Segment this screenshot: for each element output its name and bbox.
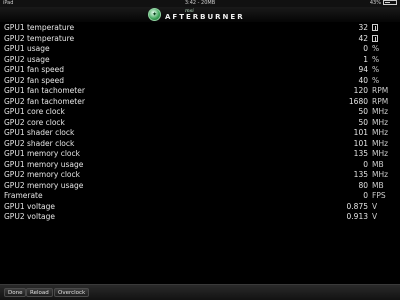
sensor-row: GPU1 core clock 50 MHz — [0, 107, 400, 118]
sensor-unit: MB — [372, 180, 384, 190]
sensor-value: 0.913 — [346, 212, 368, 221]
sensor-unit: MHz — [372, 138, 389, 148]
sensor-row: GPU1 memory clock 135 MHz — [0, 149, 400, 160]
sensor-label: GPU1 shader clock — [4, 128, 75, 137]
sensor-unit: RPM — [372, 86, 389, 95]
sensor-unit: MHz — [372, 170, 389, 179]
degree-glyph-icon — [372, 34, 378, 42]
sensor-row: GPU2 usage 1% — [0, 55, 400, 66]
unit-icon — [372, 23, 378, 34]
sensor-label: GPU1 core clock — [4, 107, 65, 116]
sensor-value: 0.875 — [346, 201, 368, 211]
sensor-row: GPU1 fan speed 94% — [0, 65, 400, 76]
sensor-value: 0 — [363, 44, 368, 53]
bottom-toolbar: Done Reload Overclock — [0, 284, 400, 300]
sensor-label: GPU2 temperature — [4, 33, 75, 43]
battery-indicator: 43% — [370, 0, 397, 7]
status-bar: iPad 3:42 - 20MB 43% — [0, 0, 400, 7]
sensor-unit: % — [372, 54, 380, 64]
app-header: ✦ msi AFTERBURNER — [0, 7, 400, 22]
reload-button[interactable]: Reload — [26, 288, 53, 297]
sensor-row: GPU1 memory usage 0 MB — [0, 160, 400, 171]
app-name: AFTERBURNER — [165, 12, 245, 21]
sensor-value: 1680 — [348, 96, 368, 106]
sensor-row: GPU2 memory usage 80 MB — [0, 181, 400, 192]
sensor-row: GPU2 fan tachometer 1680 RPM — [0, 97, 400, 108]
app-logo: ✦ msi AFTERBURNER — [148, 8, 245, 21]
sensor-value: 0 — [363, 159, 368, 169]
sensor-row: GPU1 temperature 32 — [0, 23, 400, 34]
sensor-value: 101 — [353, 128, 368, 137]
sensor-row: GPU2 temperature 42 — [0, 34, 400, 45]
sensor-label: GPU1 fan tachometer — [4, 86, 85, 95]
sensor-value: 135 — [353, 149, 368, 158]
sensor-unit: MB — [372, 159, 384, 169]
sensor-label: Framerate — [4, 191, 43, 200]
sensor-unit: FPS — [372, 191, 386, 200]
sensor-row: GPU1 shader clock 101 MHz — [0, 128, 400, 139]
sensor-unit: MHz — [372, 149, 389, 158]
sensor-value: 42 — [358, 33, 368, 43]
sensor-value: 135 — [353, 170, 368, 179]
afterburner-screen: iPad 3:42 - 20MB 43% ✦ msi AFTERBURNER G… — [0, 0, 400, 300]
sensor-value: 1 — [363, 54, 368, 64]
sensor-label: GPU1 memory usage — [4, 159, 84, 169]
sensor-label: GPU2 fan speed — [4, 75, 65, 85]
sensor-value: 94 — [358, 65, 368, 74]
sensor-label: GPU2 usage — [4, 54, 50, 64]
sensor-label: GPU1 voltage — [4, 201, 56, 211]
sensor-row: GPU2 core clock 50 MHz — [0, 118, 400, 129]
sensor-unit: V — [372, 201, 378, 211]
sensor-unit: % — [372, 75, 380, 85]
sensor-label: GPU2 fan tachometer — [4, 96, 85, 106]
sensor-label: GPU1 fan speed — [4, 65, 65, 74]
sensor-label: GPU2 voltage — [4, 212, 56, 221]
sensor-label: GPU1 usage — [4, 44, 50, 53]
sensor-value: 40 — [358, 75, 368, 85]
sensor-unit: % — [372, 44, 380, 53]
done-button[interactable]: Done — [4, 288, 27, 297]
sensor-value: 50 — [358, 117, 368, 127]
sensor-unit: RPM — [372, 96, 389, 106]
sensor-label: GPU2 core clock — [4, 117, 65, 127]
sensor-row: GPU2 memory clock 135 MHz — [0, 170, 400, 181]
sensor-unit: MHz — [372, 117, 389, 127]
status-time: 3:42 - 20MB — [184, 0, 216, 6]
unit-icon — [372, 34, 378, 45]
degree-glyph-icon — [372, 24, 378, 31]
afterburner-logo-icon: ✦ — [148, 8, 161, 21]
sensor-label: GPU2 shader clock — [4, 138, 75, 148]
sensor-row: GPU2 voltage 0.913 V — [0, 212, 400, 223]
sensor-row: GPU1 usage 0% — [0, 44, 400, 55]
sensor-value: 50 — [358, 107, 368, 116]
sensor-value: 101 — [353, 138, 368, 148]
sensor-row: GPU1 fan tachometer 120 RPM — [0, 86, 400, 97]
sensor-label: GPU1 memory clock — [4, 149, 80, 158]
sensor-unit: V — [372, 212, 378, 221]
sensor-row: Framerate 0 FPS — [0, 191, 400, 202]
sensor-row: GPU1 voltage 0.875 V — [0, 202, 400, 213]
sensor-row: GPU2 fan speed 40% — [0, 76, 400, 87]
sensor-value: 0 — [363, 191, 368, 200]
sensor-value: 120 — [353, 86, 368, 95]
sensor-unit: % — [372, 65, 380, 74]
battery-percent: 43% — [369, 0, 381, 6]
sensor-label: GPU1 temperature — [4, 23, 75, 32]
overclock-button[interactable]: Overclock — [54, 288, 90, 297]
sensor-row: GPU2 shader clock 101 MHz — [0, 139, 400, 150]
sensor-unit: MHz — [372, 128, 389, 137]
sensor-list: GPU1 temperature 32 GPU2 temperature 42 GPU1… — [0, 23, 400, 223]
sensor-label: GPU2 memory usage — [4, 180, 84, 190]
sensor-value: 80 — [358, 180, 368, 190]
battery-icon — [383, 0, 397, 5]
sensor-value: 32 — [358, 23, 368, 32]
sensor-label: GPU2 memory clock — [4, 170, 80, 179]
sensor-unit: MHz — [372, 107, 389, 116]
